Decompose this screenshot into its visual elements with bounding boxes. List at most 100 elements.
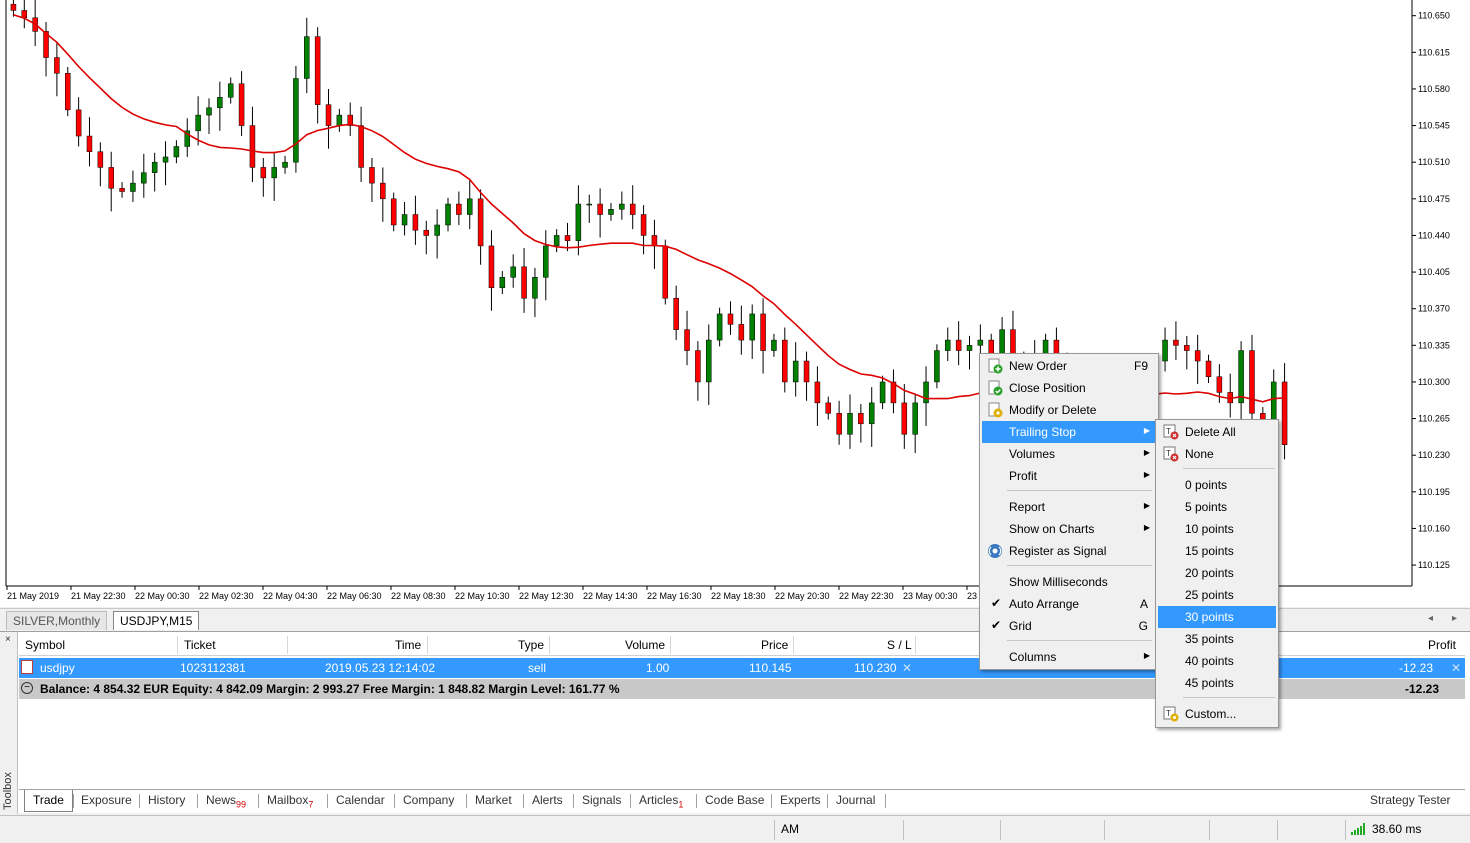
tab-history[interactable]: History	[148, 793, 185, 807]
menu-new-order[interactable]: New Order F9	[982, 355, 1156, 377]
candle-body	[814, 381, 821, 404]
candle-body	[86, 135, 93, 152]
close-icon[interactable]: ×	[5, 634, 11, 645]
svg-text:T: T	[1166, 449, 1171, 458]
candle-body	[977, 339, 984, 346]
col-ticket[interactable]: Ticket	[184, 638, 216, 652]
close-trade-icon[interactable]: ✕	[1451, 661, 1461, 675]
submenu-points-item[interactable]: 5 points	[1158, 496, 1276, 518]
tab-alerts[interactable]: Alerts	[532, 793, 563, 807]
col-symbol[interactable]: Symbol	[25, 638, 65, 652]
trade-type: sell	[528, 661, 547, 675]
menu-profit[interactable]: Profit ▶	[982, 465, 1156, 487]
trade-profit: -12.23	[1399, 661, 1434, 675]
price-label: 110.160	[1418, 523, 1450, 533]
svg-text:T: T	[1166, 427, 1171, 436]
strategy-tester-tab[interactable]: Strategy Tester	[1370, 793, 1450, 807]
status-ping: 38.60 ms	[1372, 822, 1422, 836]
chart-tab-usdjpy[interactable]: USDJPY,M15	[113, 611, 200, 630]
tab-calendar[interactable]: Calendar	[336, 793, 385, 807]
toolbox-label: Toolbox	[2, 772, 14, 810]
candle-body	[1205, 360, 1212, 377]
candle-body	[662, 245, 669, 299]
menu-register-signal[interactable]: Register as Signal	[982, 540, 1156, 562]
trade-volume: 1.00	[646, 661, 670, 675]
candle-body	[499, 277, 506, 289]
price-label: 110.405	[1418, 267, 1450, 277]
tab-experts[interactable]: Experts	[780, 793, 821, 807]
tab-articles[interactable]: Articles1	[639, 793, 683, 809]
menu-report[interactable]: Report ▶	[982, 496, 1156, 518]
tab-trade[interactable]: Trade	[24, 790, 73, 812]
tab-badge: 99	[236, 799, 247, 810]
col-price[interactable]: Price	[761, 638, 788, 652]
submenu-points-item[interactable]: 10 points	[1158, 518, 1276, 540]
candle-body	[923, 381, 929, 404]
menu-auto-arrange[interactable]: ✔ Auto Arrange A	[982, 593, 1156, 615]
tab-signals[interactable]: Signals	[582, 793, 621, 807]
submenu-delete-all[interactable]: T Delete All	[1158, 421, 1276, 443]
menu-columns[interactable]: Columns ▶	[982, 646, 1156, 668]
candle-body	[130, 182, 136, 192]
menu-volumes[interactable]: Volumes ▶	[982, 443, 1156, 465]
menu-show-on-charts[interactable]: Show on Charts ▶	[982, 518, 1156, 540]
candle-body	[1173, 339, 1179, 346]
col-sl[interactable]: S / L	[887, 638, 912, 652]
menu-show-milliseconds[interactable]: Show Milliseconds	[982, 571, 1156, 593]
candle-body	[727, 313, 734, 325]
candle-body	[771, 339, 777, 351]
submenu-points-item[interactable]: 15 points	[1158, 540, 1276, 562]
tab-badge: 7	[308, 799, 314, 810]
candle-body	[119, 188, 125, 192]
candle-body	[575, 203, 582, 241]
account-summary-text: Balance: 4 854.32 EUR Equity: 4 842.09 M…	[40, 682, 620, 696]
tab-scroll-right-icon[interactable]: ▸	[1452, 613, 1457, 624]
time-label: 22 May 14:30	[583, 591, 638, 601]
collapse-icon[interactable]: −	[21, 682, 33, 694]
submenu-points-item[interactable]: 35 points	[1158, 628, 1276, 650]
time-label: 22 May 02:30	[199, 591, 254, 601]
remove-sl-icon[interactable]: ✕	[902, 661, 912, 675]
candle-body	[564, 235, 571, 241]
menu-trailing-stop[interactable]: Trailing Stop ▶	[982, 421, 1156, 443]
submenu-none[interactable]: T None	[1158, 443, 1276, 465]
menu-close-position[interactable]: Close Position	[982, 377, 1156, 399]
tab-news[interactable]: News99	[206, 793, 246, 809]
submenu-points-item[interactable]: 40 points	[1158, 650, 1276, 672]
trade-context-menu: New Order F9 Close Position Modify or De…	[979, 353, 1159, 670]
tab-market[interactable]: Market	[475, 793, 512, 807]
candle-body	[749, 313, 755, 341]
price-label: 110.195	[1418, 487, 1450, 497]
submenu-points-item[interactable]: 0 points	[1158, 474, 1276, 496]
col-volume[interactable]: Volume	[625, 638, 665, 652]
tab-code-base[interactable]: Code Base	[705, 793, 764, 807]
candle-body	[629, 203, 636, 215]
tab-journal[interactable]: Journal	[836, 793, 875, 807]
submenu-points-item[interactable]: 30 points	[1158, 606, 1276, 628]
candle-body	[803, 360, 810, 383]
candle-body	[488, 245, 495, 289]
tab-company[interactable]: Company	[403, 793, 454, 807]
time-label: 22 May 20:30	[775, 591, 830, 601]
submenu-arrow-icon: ▶	[1143, 426, 1150, 435]
candle-body	[760, 313, 766, 351]
submenu-points-item[interactable]: 25 points	[1158, 584, 1276, 606]
submenu-points-item[interactable]: 45 points	[1158, 672, 1276, 694]
menu-grid[interactable]: ✔ Grid G	[982, 615, 1156, 637]
candle-body	[336, 114, 343, 126]
chart-tab-silver[interactable]: SILVER,Monthly	[6, 611, 108, 630]
submenu-custom[interactable]: T Custom...	[1158, 703, 1276, 725]
tab-scroll-left-icon[interactable]: ◂	[1428, 613, 1433, 624]
tab-exposure[interactable]: Exposure	[81, 793, 132, 807]
candle-body	[304, 36, 310, 79]
col-time[interactable]: Time	[395, 638, 421, 652]
candle-body	[934, 350, 940, 383]
tab-mailbox[interactable]: Mailbox7	[267, 793, 313, 809]
submenu-points-item[interactable]: 20 points	[1158, 562, 1276, 584]
menu-modify-delete[interactable]: Modify or Delete	[982, 399, 1156, 421]
col-profit[interactable]: Profit	[1428, 638, 1456, 652]
col-type[interactable]: Type	[518, 638, 544, 652]
submenu-arrow-icon: ▶	[1143, 501, 1150, 510]
candle-body	[553, 235, 560, 247]
candle-body	[1238, 350, 1244, 404]
